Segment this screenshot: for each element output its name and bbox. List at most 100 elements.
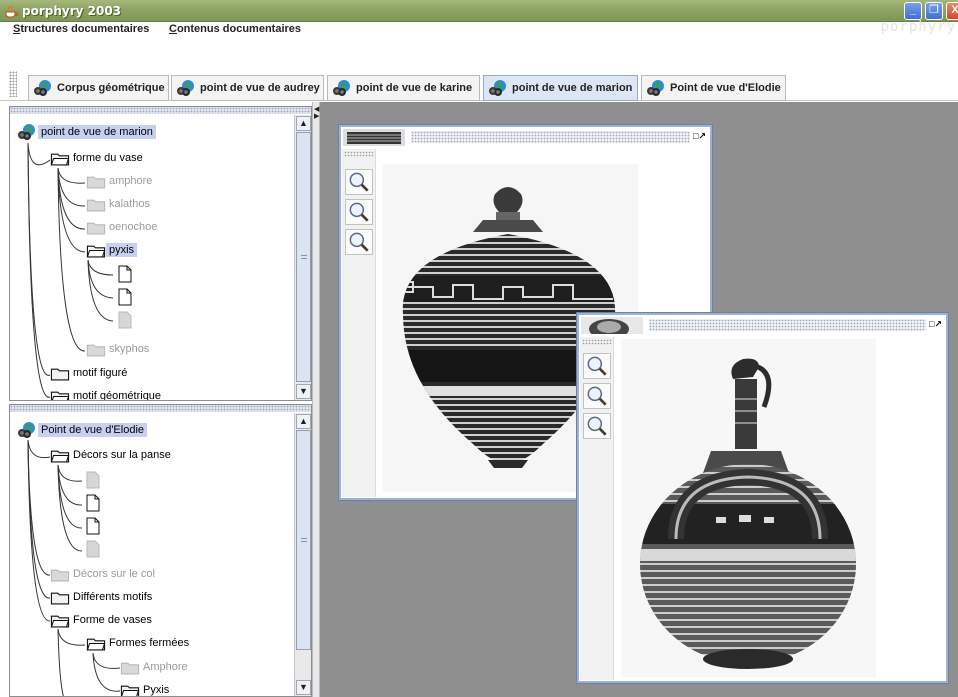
zoom-out-icon [346, 170, 372, 194]
tree-node-motif-figure[interactable]: motif figuré [50, 364, 130, 382]
close-button[interactable]: X [946, 2, 958, 20]
oenochoe-photograph [621, 339, 876, 677]
tree-node-formes-fermees[interactable]: Formes fermées [86, 634, 192, 652]
zoom-out-button[interactable] [345, 169, 373, 195]
menu-contenus-documentaires[interactable]: Contenus documentaires [169, 23, 301, 35]
oenochoe-image-viewer[interactable]: □↗ [577, 313, 948, 683]
tree-panel-elodie: Point de vue d'Elodie Décors sur la pans… [9, 404, 312, 697]
document-icon [86, 517, 100, 535]
tree-root-marion[interactable]: point de vue de marion [16, 123, 156, 141]
scroll-thumb[interactable] [296, 132, 311, 382]
tab-karine[interactable]: point de vue de karine [327, 75, 480, 101]
folder-open-icon [120, 683, 140, 697]
viewer-titlebar[interactable]: □↗ [341, 127, 710, 147]
zoom-fit-button[interactable] [583, 413, 611, 439]
viewer-titlebar[interactable]: □↗ [579, 315, 946, 335]
minimize-button[interactable]: _ [904, 2, 922, 20]
tree-node-pyxis[interactable]: pyxis [86, 241, 138, 259]
zoom-out-button[interactable] [583, 353, 611, 379]
folder-open-icon [50, 151, 70, 166]
tree-doc[interactable] [118, 288, 132, 306]
tree-node-differents-motifs[interactable]: Différents motifs [50, 588, 155, 606]
panel-drag-handle[interactable] [10, 405, 311, 412]
tree-scrollbar[interactable]: ▲ ▼ [294, 413, 311, 696]
toolbar-grip[interactable] [9, 71, 17, 97]
folder-open-icon [50, 448, 70, 463]
viewer-thumbnail [581, 317, 643, 334]
tree-view-marion: point de vue de marion forme du vase amp… [10, 115, 293, 400]
scroll-down-button[interactable]: ▼ [296, 384, 311, 399]
binoculars-globe-icon [176, 79, 196, 97]
tree-doc[interactable] [118, 311, 132, 329]
document-icon [118, 265, 132, 283]
folder-icon [50, 567, 70, 582]
folder-open-icon [86, 243, 106, 258]
brand-logo: porphyry [880, 19, 956, 35]
binoculars-globe-icon [16, 123, 38, 141]
tab-marion[interactable]: point de vue de marion [483, 75, 638, 101]
tab-elodie[interactable]: Point de vue d'Elodie [641, 75, 786, 101]
tree-node-amphore[interactable]: amphore [86, 172, 155, 190]
folder-open-icon [50, 613, 70, 628]
tree-node-pyxis[interactable]: Pyxis [120, 681, 172, 696]
document-icon [118, 311, 132, 329]
tree-doc[interactable] [86, 494, 100, 512]
document-icon [118, 288, 132, 306]
folder-icon [120, 660, 140, 675]
zoom-fit-button[interactable] [345, 229, 373, 255]
java-cup-icon [5, 5, 19, 18]
tree-node-kalathos[interactable]: kalathos [86, 195, 153, 213]
tab-audrey[interactable]: point de vue de audrey [171, 75, 324, 101]
folder-open-icon [50, 389, 70, 401]
scroll-up-button[interactable]: ▲ [296, 116, 311, 131]
scroll-up-button[interactable]: ▲ [296, 414, 311, 429]
zoom-fit-icon [346, 230, 372, 254]
zoom-reset-button[interactable] [345, 199, 373, 225]
menu-structures-documentaires[interactable]: Structures documentaires [13, 23, 149, 35]
maximize-icon[interactable]: □↗ [693, 131, 706, 142]
tree-scrollbar[interactable]: ▲ ▼ [294, 115, 311, 400]
document-icon [86, 494, 100, 512]
zoom-toolbar [580, 337, 614, 680]
tree-root-elodie[interactable]: Point de vue d'Elodie [16, 421, 148, 439]
tree-doc[interactable] [86, 517, 100, 535]
splitter-arrows[interactable]: ◀ ▶ [314, 106, 319, 120]
tree-node-decors-panse[interactable]: Décors sur la panse [50, 446, 174, 464]
folder-icon [86, 174, 106, 189]
scroll-thumb[interactable] [296, 430, 311, 650]
tree-doc[interactable] [86, 471, 100, 489]
tree-node-forme-de-vases[interactable]: Forme de vases [50, 611, 155, 629]
panel-drag-handle[interactable] [10, 107, 311, 114]
tree-panel-marion: point de vue de marion forme du vase amp… [9, 106, 312, 401]
scroll-down-button[interactable]: ▼ [296, 680, 311, 695]
zoom-reset-icon [346, 200, 372, 224]
binoculars-globe-icon [332, 79, 352, 97]
tree-node-amphore[interactable]: Amphore [120, 658, 191, 676]
folder-open-icon [86, 636, 106, 651]
folder-icon [86, 342, 106, 357]
tree-doc[interactable] [86, 540, 100, 558]
tab-corpus-geometrique[interactable]: Corpus géométrique [28, 75, 169, 101]
binoculars-globe-icon [488, 79, 508, 97]
tree-node-decors-col[interactable]: Décors sur le col [50, 565, 158, 583]
tree-node-skyphos[interactable]: skyphos [86, 340, 152, 358]
folder-icon [50, 590, 70, 605]
folder-icon [50, 366, 70, 381]
tree-doc[interactable] [118, 265, 132, 283]
window-titlebar: porphyry 2003 _ ❐ X [0, 0, 958, 22]
zoom-toolbar [342, 149, 376, 497]
zoom-reset-icon [584, 384, 610, 408]
restore-button[interactable]: ❐ [925, 2, 943, 20]
maximize-icon[interactable]: □↗ [929, 319, 942, 330]
zoom-fit-icon [584, 414, 610, 438]
window-title: porphyry 2003 [22, 4, 122, 18]
tree-node-oenochoe[interactable]: oenochoe [86, 218, 160, 236]
split-pane-divider[interactable]: ◀ ▶ [312, 102, 320, 697]
binoculars-globe-icon [16, 421, 38, 439]
binoculars-globe-icon [646, 79, 666, 97]
tree-node-motif-geometrique[interactable]: motif géométrique [50, 387, 164, 400]
zoom-reset-button[interactable] [583, 383, 611, 409]
document-icon [86, 540, 100, 558]
tree-node-forme-du-vase[interactable]: forme du vase [50, 149, 146, 167]
viewer-thumbnail [343, 129, 405, 146]
